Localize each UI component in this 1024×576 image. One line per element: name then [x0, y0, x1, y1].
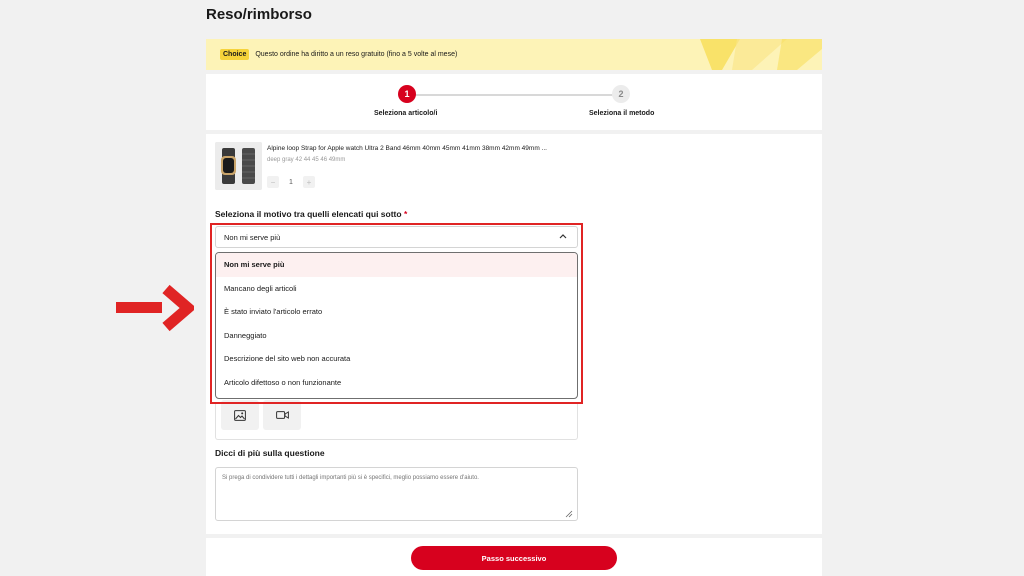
banner-decoration-icon — [700, 39, 822, 70]
free-return-banner: Choice Questo ordine ha diritto a un res… — [206, 39, 822, 70]
resize-handle-icon[interactable] — [563, 508, 573, 518]
product-title[interactable]: Alpine loop Strap for Apple watch Ultra … — [267, 145, 547, 152]
arrow-right-icon — [116, 284, 194, 332]
quantity-stepper: − 1 + — [267, 176, 315, 188]
chevron-up-icon — [559, 233, 567, 241]
form-footer: Passo successivo — [206, 538, 822, 576]
stepper: 1 2 Seleziona articolo/i Seleziona il me… — [206, 74, 822, 130]
return-form: Alpine loop Strap for Apple watch Ultra … — [206, 134, 822, 534]
next-step-button[interactable]: Passo successivo — [411, 546, 617, 570]
reason-option[interactable]: Non mi serve più — [216, 253, 577, 277]
add-video-button[interactable] — [263, 400, 301, 430]
decrement-button[interactable]: − — [267, 176, 279, 188]
product-variant: deep gray 42 44 45 46 49mm — [267, 157, 346, 163]
reason-option[interactable]: È stato inviato l'articolo errato — [216, 300, 577, 324]
watch-image-icon — [215, 142, 262, 190]
reason-option[interactable]: Mancano degli articoli — [216, 277, 577, 301]
choice-badge: Choice — [220, 49, 250, 60]
image-icon — [234, 409, 246, 421]
reason-label: Seleziona il motivo tra quelli elencati … — [215, 209, 407, 219]
step-1-indicator: 1 — [398, 85, 416, 103]
reason-option[interactable]: Descrizione del sito web non accurata — [216, 347, 577, 371]
details-label: Dicci di più sulla questione — [215, 448, 325, 458]
reason-select[interactable]: Non mi serve più — [215, 226, 578, 248]
step-connector — [412, 94, 620, 96]
add-photo-button[interactable] — [221, 400, 259, 430]
reason-dropdown-menu: Non mi serve più Mancano degli articoli … — [215, 252, 578, 399]
banner-text: Questo ordine ha diritto a un reso gratu… — [255, 51, 458, 58]
video-icon — [275, 411, 289, 419]
quantity-value: 1 — [289, 178, 293, 186]
required-mark: * — [403, 209, 408, 219]
step-1-label: Seleziona articolo/i — [374, 110, 438, 117]
details-textarea[interactable] — [215, 467, 578, 521]
reason-label-text: Seleziona il motivo tra quelli elencati … — [215, 209, 402, 219]
step-2-label: Seleziona il metodo — [589, 110, 655, 117]
page-title: Reso/rimborso — [206, 6, 312, 23]
product-image — [215, 142, 262, 190]
reason-option[interactable]: Articolo difettoso o non funzionante — [216, 371, 577, 395]
increment-button[interactable]: + — [302, 176, 315, 188]
reason-select-value: Non mi serve più — [224, 232, 281, 242]
reason-option[interactable]: Danneggiato — [216, 324, 577, 348]
step-2-indicator: 2 — [612, 85, 630, 103]
